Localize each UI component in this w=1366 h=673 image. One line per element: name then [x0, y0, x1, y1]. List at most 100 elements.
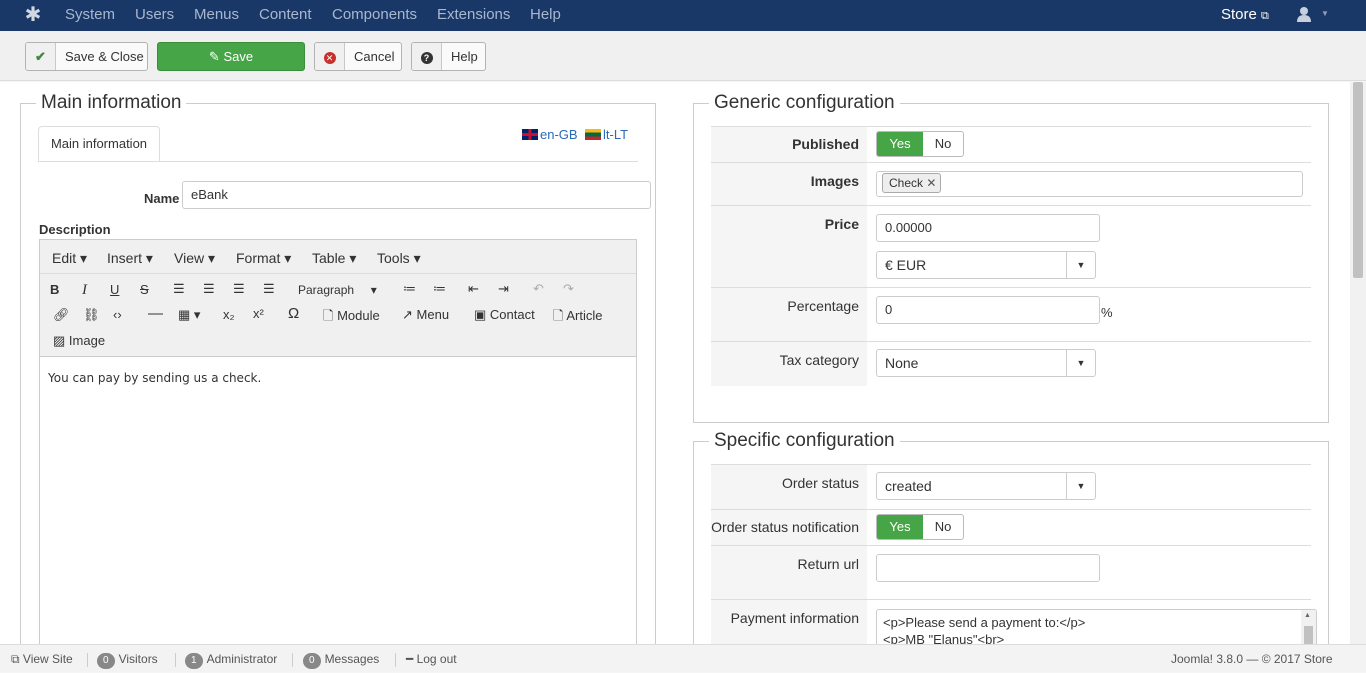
view-site-link[interactable]: ⧉ View Site	[11, 645, 73, 673]
nav-components[interactable]: Components	[332, 0, 417, 30]
name-input[interactable]: eBank	[182, 181, 651, 209]
minus-icon: ━	[406, 652, 414, 666]
percentage-input[interactable]: 0	[876, 296, 1100, 324]
textarea-scrollbar-thumb[interactable]	[1304, 626, 1313, 646]
save-button[interactable]: ✎ Save	[157, 42, 305, 71]
nav-help[interactable]: Help	[530, 0, 561, 30]
special-char-icon[interactable]: Ω	[288, 305, 299, 322]
logout-link[interactable]: ━ Log out	[406, 645, 457, 673]
help-button[interactable]: ? Help	[411, 42, 486, 71]
joomla-logo-icon[interactable]: ✱	[22, 4, 44, 26]
menu-edit[interactable]: Edit ▾	[52, 250, 87, 267]
tab-divider	[38, 161, 638, 162]
chevron-down-icon: ▼	[1066, 252, 1095, 278]
generic-config-legend: Generic configuration	[709, 92, 900, 114]
menu-format[interactable]: Format ▾	[236, 250, 291, 267]
bold-icon[interactable]: B	[50, 282, 59, 297]
image-chip: Check ✕	[882, 173, 942, 193]
italic-icon[interactable]: I	[82, 282, 87, 299]
top-navbar: ✱ System Users Menus Content Components …	[0, 0, 1366, 31]
scroll-up-icon[interactable]: ▲	[1304, 612, 1311, 619]
lang-en-gb[interactable]: en-GB	[522, 127, 578, 142]
published-toggle[interactable]: Yes No	[876, 131, 964, 157]
contact-button[interactable]: ▣ Contact	[474, 307, 535, 323]
redo-icon[interactable]: ↷	[563, 281, 574, 297]
check-icon: ✔	[26, 43, 56, 70]
underline-icon[interactable]: U	[110, 282, 119, 297]
subscript-icon[interactable]: x₂	[223, 307, 235, 322]
lang-lt-lt[interactable]: lt-LT	[585, 127, 628, 142]
help-icon: ?	[412, 43, 442, 70]
editor-content[interactable]: You can pay by sending us a check.	[48, 371, 261, 385]
nav-extensions[interactable]: Extensions	[437, 0, 510, 30]
remove-icon[interactable]: ✕	[926, 176, 936, 190]
visitors-status[interactable]: 0 Visitors	[97, 645, 158, 673]
user-menu-caret-icon[interactable]: ▼	[1321, 9, 1329, 18]
undo-icon[interactable]: ↶	[533, 281, 544, 297]
image-button[interactable]: ▨ Image	[53, 333, 105, 349]
lt-flag-icon	[585, 129, 601, 140]
order-status-select[interactable]: created ▼	[876, 472, 1096, 500]
footer-divider	[292, 653, 293, 667]
align-center-icon[interactable]: ☰	[203, 281, 215, 297]
currency-select[interactable]: € EUR ▼	[876, 251, 1096, 279]
cancel-button[interactable]: ✕ Cancel	[314, 42, 402, 71]
scrollbar-thumb[interactable]	[1353, 82, 1363, 278]
horizontal-rule-icon[interactable]: —	[148, 305, 163, 322]
strikethrough-icon[interactable]: S	[140, 282, 149, 297]
status-footer: ⧉ View Site 0 Visitors 1 Administrator 0 Me…	[0, 644, 1366, 672]
indent-icon[interactable]: ⇥	[498, 281, 509, 297]
tax-category-select[interactable]: None ▼	[876, 349, 1096, 377]
menu-button[interactable]: ↗ Menu	[402, 307, 449, 323]
notification-toggle[interactable]: Yes No	[876, 514, 964, 540]
code-icon[interactable]: ‹›	[113, 307, 122, 322]
published-no[interactable]: No	[923, 132, 963, 156]
percent-sign: %	[1101, 305, 1113, 320]
superscript-icon[interactable]: x²	[253, 306, 264, 321]
price-input[interactable]: 0.00000	[876, 214, 1100, 242]
published-yes[interactable]: Yes	[877, 132, 923, 156]
published-row	[711, 126, 1311, 162]
module-button[interactable]: 🗋︎ Module	[323, 307, 380, 329]
outdent-icon[interactable]: ⇤	[468, 281, 479, 297]
bullet-list-icon[interactable]: ≔	[403, 281, 416, 297]
align-justify-icon[interactable]: ☰	[263, 281, 275, 297]
footer-version: Joomla! 3.8.0 — © 2017 Store	[1171, 652, 1333, 666]
menu-table[interactable]: Table ▾	[312, 250, 356, 267]
article-button[interactable]: 🗋︎ Article	[553, 307, 602, 329]
action-toolbar: ✔ Save & Close ✎ Save ✕ Cancel ? Help	[0, 31, 1366, 81]
messages-status[interactable]: 0 Messages	[303, 645, 379, 673]
nav-system[interactable]: System	[65, 0, 115, 30]
link-icon[interactable]: 🔗︎	[53, 307, 70, 323]
nav-content[interactable]: Content	[259, 0, 312, 30]
main-info-legend: Main information	[36, 92, 187, 114]
notification-yes[interactable]: Yes	[877, 515, 923, 539]
name-label: Name	[144, 191, 180, 206]
file-plus-icon: 🗋︎	[323, 308, 334, 323]
unlink-icon[interactable]: ⛓︎	[83, 307, 100, 323]
save-close-button[interactable]: ✔ Save & Close	[25, 42, 148, 71]
align-right-icon[interactable]: ☰	[233, 281, 245, 297]
chevron-down-icon: ▼	[1066, 350, 1095, 376]
editor-menubar: Edit ▾ Insert ▾ View ▾ Format ▾ Table ▾ …	[40, 240, 636, 274]
notification-no[interactable]: No	[923, 515, 963, 539]
align-left-icon[interactable]: ☰	[173, 281, 185, 297]
nav-users[interactable]: Users	[135, 0, 174, 30]
menu-insert[interactable]: Insert ▾	[107, 250, 153, 267]
payment-info-textarea[interactable]: <p>Please send a payment to:</p> <p>MB "…	[876, 609, 1317, 649]
menu-view[interactable]: View ▾	[174, 250, 215, 267]
numbered-list-icon[interactable]: ≔	[433, 281, 446, 297]
store-link[interactable]: Store ⧉	[1221, 0, 1269, 31]
paragraph-select[interactable]: Paragraph ▾	[298, 283, 377, 297]
user-icon[interactable]	[1297, 6, 1311, 22]
cancel-icon: ✕	[315, 43, 345, 70]
return-url-input[interactable]	[876, 554, 1100, 582]
menu-tools[interactable]: Tools ▾	[377, 250, 421, 267]
payment-info-line-1: <p>Please send a payment to:</p>	[883, 615, 1086, 630]
tab-main-information[interactable]: Main information	[38, 126, 160, 162]
table-icon[interactable]: ▦ ▾	[178, 307, 200, 323]
administrator-status[interactable]: 1 Administrator	[185, 645, 277, 673]
nav-menus[interactable]: Menus	[194, 0, 239, 30]
page-scrollbar[interactable]	[1350, 82, 1366, 644]
picture-icon: ▨	[53, 333, 66, 348]
